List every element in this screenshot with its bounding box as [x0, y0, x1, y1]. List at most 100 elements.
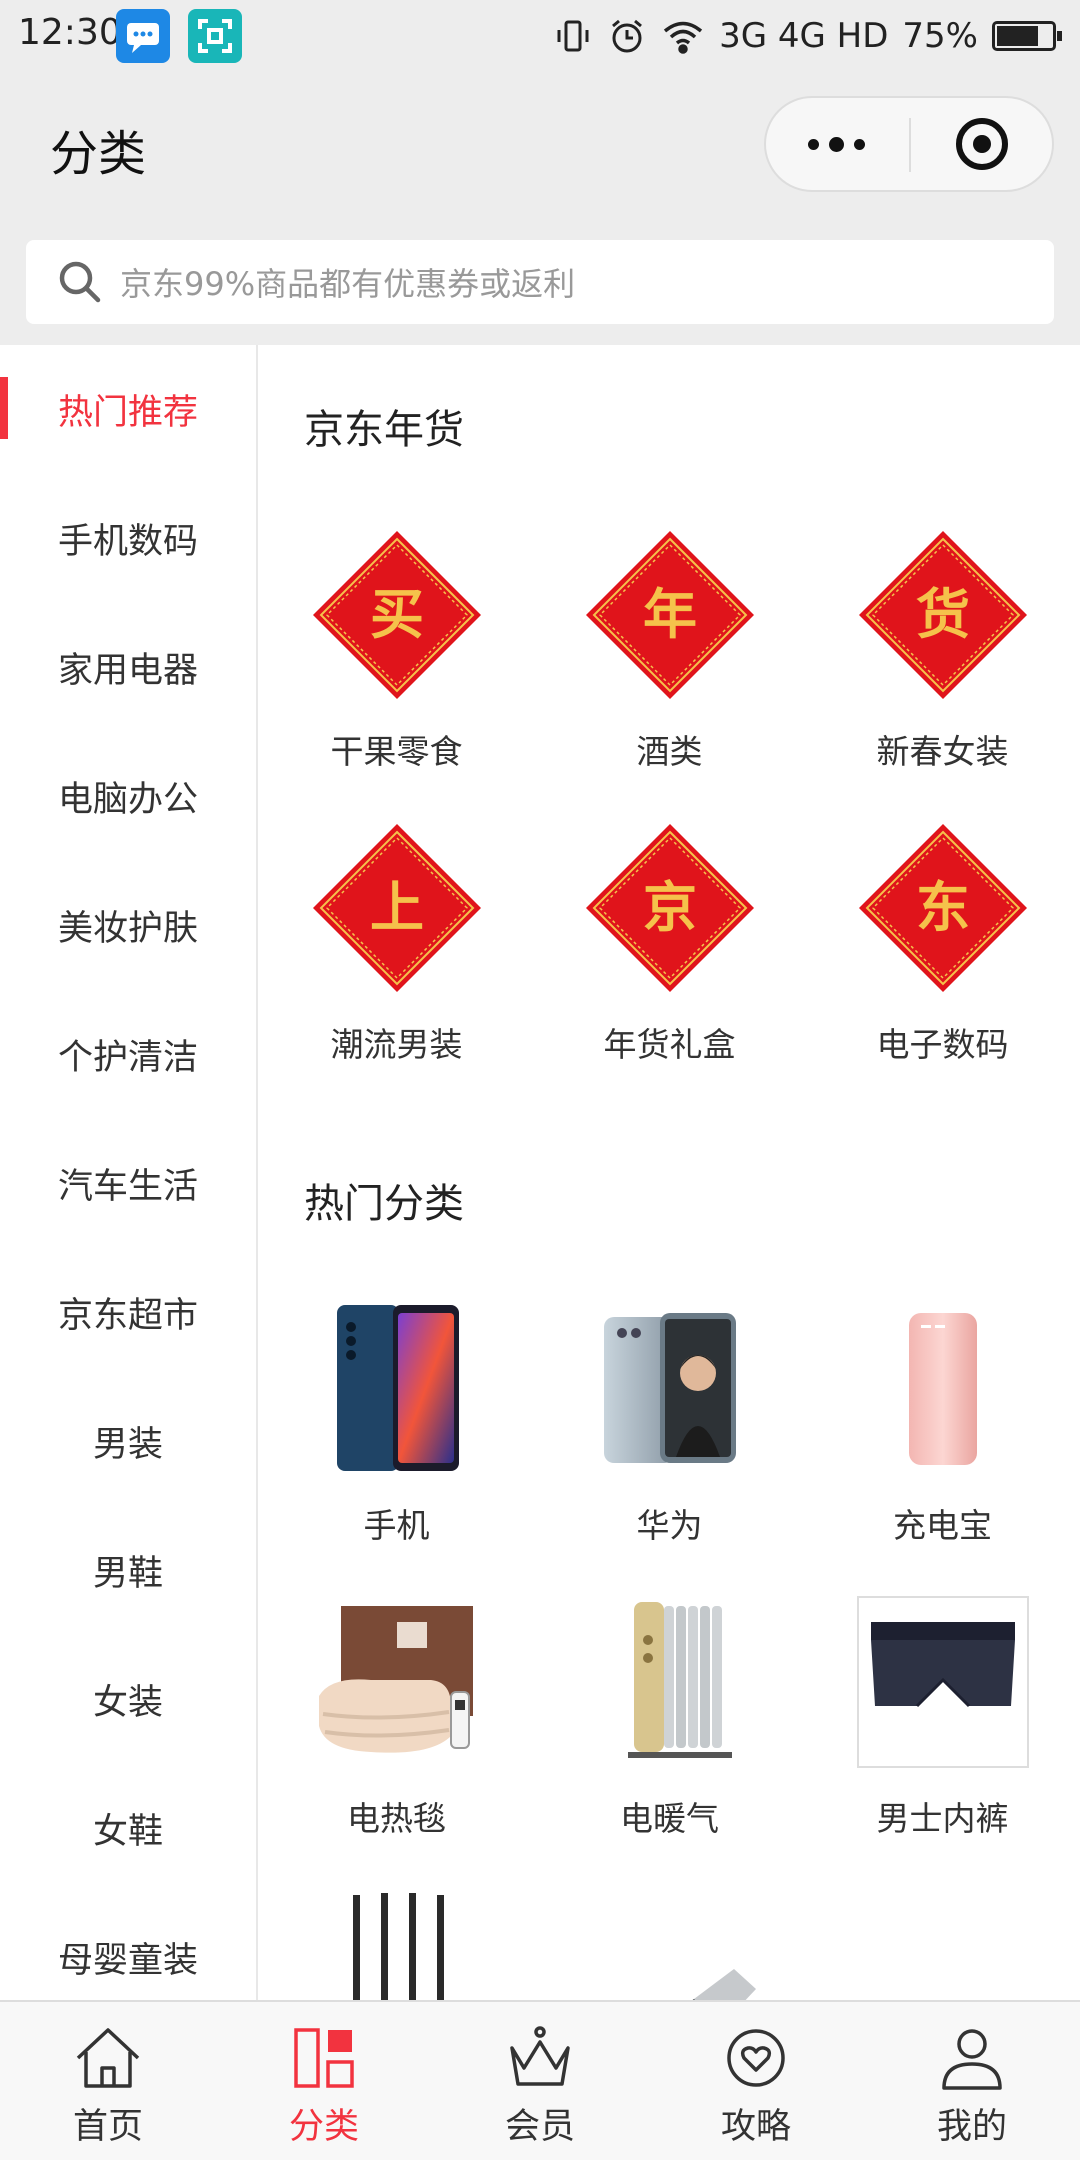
category-label: 女鞋	[92, 1812, 163, 1852]
nianhuo-item[interactable]: 东 电子数码	[806, 818, 1079, 1111]
category-label: 家用电器	[57, 651, 198, 691]
hot-item[interactable]: 电热毯	[260, 1592, 533, 1885]
scan-app-icon	[188, 9, 242, 63]
tab-label: 会员	[504, 2107, 575, 2147]
search-icon	[59, 261, 101, 303]
diamond-badge-icon: 上	[311, 822, 483, 994]
mini-program-capsule	[764, 96, 1054, 192]
hot-item[interactable]	[260, 1885, 533, 2000]
category-item-personal-care[interactable]: 个护清洁	[0, 990, 256, 1119]
battery-level	[997, 26, 1038, 46]
category-item-baby[interactable]: 母婴童装	[0, 1893, 256, 2000]
category-label: 美妆护肤	[57, 909, 198, 949]
page-title: 分类	[50, 126, 147, 182]
phone-image	[311, 1303, 483, 1475]
category-item-menswear[interactable]: 男装	[0, 1377, 256, 1506]
category-label: 男装	[92, 1425, 163, 1465]
battery-percent: 75%	[902, 16, 978, 56]
diamond-char: 年	[643, 582, 697, 646]
hot-label: 男士内裤	[876, 1799, 1009, 1838]
diamond-svg: 货	[858, 531, 1027, 699]
network-indicator: 3G 4G HD	[719, 16, 889, 56]
tab-guide[interactable]: 攻略	[648, 2002, 864, 2160]
oil-heater-image	[584, 1596, 756, 1768]
category-item-phones[interactable]: 手机数码	[0, 474, 256, 603]
category-item-auto[interactable]: 汽车生活	[0, 1119, 256, 1248]
message-app-icon	[116, 9, 170, 63]
nianhuo-label: 潮流男装	[330, 1025, 463, 1064]
category-item-hot[interactable]: 热门推荐	[0, 345, 256, 474]
category-label: 手机数码	[57, 522, 198, 562]
search-bar: 京东99%商品都有优惠券或返利	[0, 220, 1080, 345]
nianhuo-label: 干果零食	[330, 732, 463, 771]
category-label: 个护清洁	[57, 1038, 198, 1078]
category-label: 男鞋	[92, 1554, 163, 1594]
electric-blanket-image	[311, 1596, 483, 1768]
hot-grid: 手机 华为 充电宝 电热毯 电暖气 男士内裤	[260, 1299, 1080, 2000]
battery-icon	[992, 21, 1062, 51]
hot-item[interactable]: 手机	[260, 1299, 533, 1592]
hot-item[interactable]: 电暖气	[533, 1592, 806, 1885]
category-label: 母婴童装	[57, 1941, 198, 1981]
diamond-badge-icon: 年	[584, 529, 756, 701]
diamond-char: 东	[916, 875, 970, 939]
huawei-phone-image	[584, 1303, 756, 1475]
diamond-svg: 买	[312, 531, 481, 699]
heart-guide-icon	[727, 2029, 785, 2087]
diamond-badge-icon: 东	[857, 822, 1029, 994]
nianhuo-item[interactable]: 上 潮流男装	[260, 818, 533, 1111]
hot-item[interactable]	[533, 1885, 806, 2000]
category-item-mens-shoes[interactable]: 男鞋	[0, 1506, 256, 1635]
more-dots-icon	[807, 136, 865, 152]
target-close-icon	[956, 118, 1008, 170]
power-bank-image	[857, 1303, 1029, 1475]
hot-item[interactable]	[806, 1885, 1079, 2000]
diamond-char: 货	[916, 582, 970, 646]
more-button[interactable]	[766, 98, 906, 190]
crown-icon	[510, 2026, 570, 2086]
section-title-hot: 热门分类	[304, 1181, 464, 1227]
status-time: 12:30	[18, 12, 122, 53]
category-item-computers[interactable]: 电脑办公	[0, 732, 256, 861]
tab-home[interactable]: 首页	[0, 2002, 216, 2160]
microwave-image	[857, 1889, 1029, 2000]
category-label: 热门推荐	[57, 393, 198, 433]
tab-label: 攻略	[720, 2107, 791, 2147]
mens-underwear-image	[856, 1596, 1029, 1768]
section-title-nianhuo: 京东年货	[304, 407, 464, 453]
hot-item[interactable]: 男士内裤	[806, 1592, 1079, 1885]
category-label: 京东超市	[57, 1296, 198, 1336]
tab-member[interactable]: 会员	[432, 2002, 648, 2160]
category-item-womens-shoes[interactable]: 女鞋	[0, 1764, 256, 1893]
hot-item[interactable]: 充电宝	[806, 1299, 1079, 1592]
nianhuo-label: 电子数码	[876, 1025, 1009, 1064]
nianhuo-grid: 买 干果零食 年 酒类 货 新春女装 上 潮流男装 京 年货礼盒 东 电子数码	[260, 525, 1080, 1111]
category-item-supermarket[interactable]: 京东超市	[0, 1248, 256, 1377]
tab-mine[interactable]: 我的	[864, 2002, 1080, 2160]
close-button[interactable]	[912, 98, 1052, 190]
alarm-icon	[612, 19, 643, 53]
category-item-womenswear[interactable]: 女装	[0, 1635, 256, 1764]
nianhuo-label: 新春女装	[876, 732, 1009, 771]
hot-label: 电暖气	[620, 1799, 719, 1838]
router-image	[311, 1889, 483, 2000]
hot-item[interactable]: 华为	[533, 1299, 806, 1592]
search-input[interactable]: 京东99%商品都有优惠券或返利	[26, 240, 1054, 324]
diamond-char: 京	[643, 875, 697, 939]
vibrate-icon	[557, 20, 589, 52]
diamond-svg: 东	[858, 824, 1027, 992]
nianhuo-item[interactable]: 买 干果零食	[260, 525, 533, 818]
hot-label: 充电宝	[893, 1506, 992, 1545]
nianhuo-item[interactable]: 年 酒类	[533, 525, 806, 818]
diamond-badge-icon: 货	[857, 529, 1029, 701]
tab-category[interactable]: 分类	[216, 2002, 432, 2160]
nianhuo-label: 酒类	[636, 732, 703, 771]
category-item-beauty[interactable]: 美妆护肤	[0, 861, 256, 990]
diamond-svg: 年	[585, 531, 754, 699]
nianhuo-item[interactable]: 货 新春女装	[806, 525, 1079, 818]
usb-drive-image	[584, 1889, 756, 2000]
nianhuo-label: 年货礼盒	[603, 1025, 736, 1064]
nianhuo-item[interactable]: 京 年货礼盒	[533, 818, 806, 1111]
diamond-char: 上	[370, 875, 424, 939]
category-item-appliances[interactable]: 家用电器	[0, 603, 256, 732]
